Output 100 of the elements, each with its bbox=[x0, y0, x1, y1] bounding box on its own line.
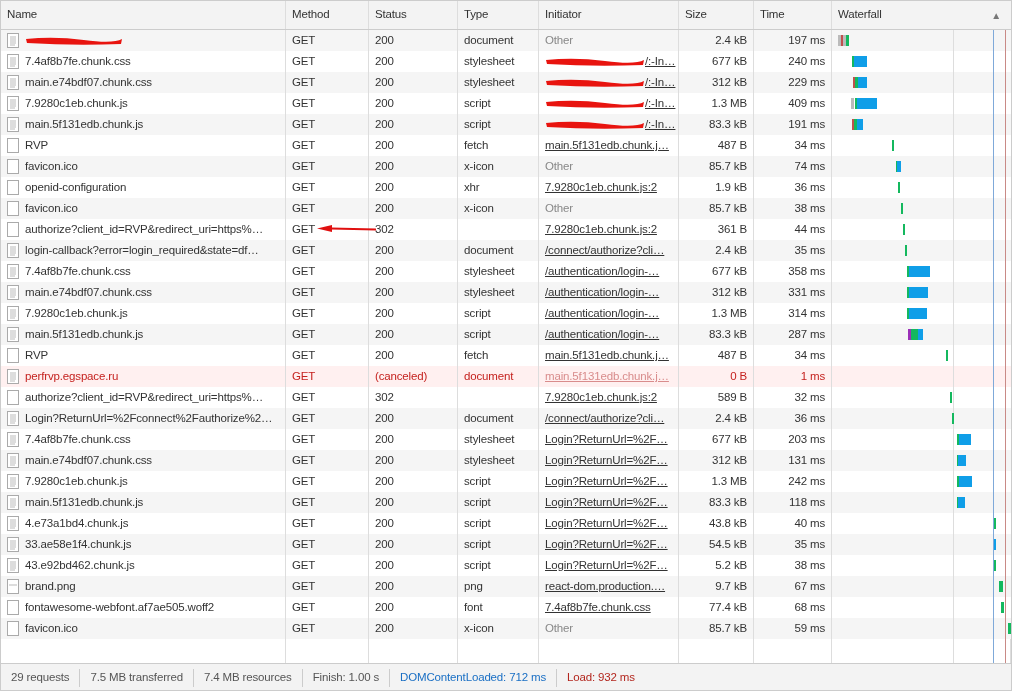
document-icon bbox=[7, 54, 19, 69]
method-cell-text: GET bbox=[292, 200, 316, 216]
status-cell-text: 200 bbox=[375, 557, 394, 573]
time-cell-text: 314 ms bbox=[788, 305, 825, 321]
document-icon bbox=[7, 516, 19, 531]
method-cell-text: GET bbox=[292, 620, 316, 636]
status-cell-text: 200 bbox=[375, 599, 394, 615]
status-cell-text: 200 bbox=[375, 137, 394, 153]
type-cell-text: x-icon bbox=[464, 158, 494, 174]
type-cell-text: script bbox=[464, 536, 491, 552]
status-cell-text: 200 bbox=[375, 74, 394, 90]
request-name: 7.4af8b7fe.chunk.css bbox=[25, 431, 131, 447]
time-cell-text: 74 ms bbox=[794, 158, 825, 174]
size-cell-text: 85.7 kB bbox=[709, 620, 747, 636]
size-cell-text: 9.7 kB bbox=[715, 578, 747, 594]
request-name: main.5f131edb.chunk.js bbox=[25, 326, 144, 342]
initiator-link[interactable]: main.5f131edb.chunk.j… bbox=[545, 136, 669, 155]
status-cell-text: 200 bbox=[375, 326, 394, 342]
request-name: main.e74bdf07.chunk.css bbox=[25, 74, 152, 90]
initiator-link[interactable]: 7.9280c1eb.chunk.js:2 bbox=[545, 178, 657, 197]
method-cell-text: GET bbox=[292, 494, 316, 510]
initiator-link[interactable]: 7.9280c1eb.chunk.js:2 bbox=[545, 220, 657, 239]
initiator-link[interactable]: /:-In… bbox=[645, 52, 676, 71]
type-cell-text: script bbox=[464, 326, 491, 342]
size-cell-text: 1.3 MB bbox=[711, 305, 747, 321]
waterfall-segment bbox=[1001, 602, 1004, 613]
initiator-link[interactable]: Login?ReturnUrl=%2F… bbox=[545, 430, 668, 449]
status-cell-text: 200 bbox=[375, 179, 394, 195]
initiator-link[interactable]: Login?ReturnUrl=%2F… bbox=[545, 472, 668, 491]
status-cell-text: 200 bbox=[375, 473, 394, 489]
method-cell-text: GET bbox=[292, 95, 316, 111]
sort-indicator[interactable]: ▲ bbox=[991, 7, 1001, 23]
status-summary: 7.4 MB resources bbox=[194, 669, 303, 687]
type-cell-text: x-icon bbox=[464, 620, 494, 636]
method-cell-text: GET bbox=[292, 389, 316, 405]
request-name: authorize?client_id=RVP&redirect_uri=https%… bbox=[25, 389, 264, 405]
method-cell-text: GET bbox=[292, 179, 316, 195]
method-cell-text: GET bbox=[292, 53, 316, 69]
initiator-link[interactable]: 7.4af8b7fe.chunk.css bbox=[545, 598, 651, 617]
type-cell-text: script bbox=[464, 95, 491, 111]
column-header[interactable]: Initiator bbox=[545, 6, 582, 24]
size-cell-text: 83.3 kB bbox=[709, 326, 747, 342]
request-name: favicon.ico bbox=[25, 200, 78, 216]
size-cell-text: 677 kB bbox=[712, 263, 747, 279]
initiator-cell-text: Other bbox=[545, 158, 573, 174]
document-icon bbox=[7, 243, 19, 258]
column-header[interactable]: Type bbox=[464, 6, 489, 24]
type-cell-text: script bbox=[464, 494, 491, 510]
status-summary: Load: 932 ms bbox=[566, 670, 636, 686]
request-name: 7.9280c1eb.chunk.js bbox=[25, 95, 128, 111]
size-cell-text: 487 B bbox=[717, 347, 747, 363]
request-name: main.5f131edb.chunk.js bbox=[25, 494, 144, 510]
type-cell-text: script bbox=[464, 515, 491, 531]
file-icon bbox=[7, 390, 19, 405]
method-cell-text: GET bbox=[292, 158, 316, 174]
initiator-link[interactable]: main.5f131edb.chunk.j… bbox=[545, 346, 669, 365]
type-cell-text: x-icon bbox=[464, 200, 494, 216]
column-header[interactable]: Waterfall bbox=[838, 6, 882, 24]
size-cell-text: 85.7 kB bbox=[709, 200, 747, 216]
status-summary: Finish: 1.00 s bbox=[302, 669, 391, 687]
status-cell-text: (canceled) bbox=[375, 368, 428, 384]
file-icon bbox=[7, 621, 19, 636]
request-name: main.5f131edb.chunk.js bbox=[25, 116, 144, 132]
status-cell-text: 302 bbox=[375, 221, 394, 237]
status-cell-text: 200 bbox=[375, 536, 394, 552]
method-cell-text: GET bbox=[292, 473, 316, 489]
initiator-link[interactable]: 7.9280c1eb.chunk.js:2 bbox=[545, 388, 657, 407]
status-cell-text: 200 bbox=[375, 95, 394, 111]
time-cell-text: 32 ms bbox=[794, 389, 825, 405]
initiator-link[interactable]: Login?ReturnUrl=%2F… bbox=[545, 556, 668, 575]
size-cell-text: 589 B bbox=[717, 389, 747, 405]
type-cell-text: script bbox=[464, 557, 491, 573]
type-cell-text: script bbox=[464, 473, 491, 489]
image-file-icon bbox=[7, 579, 19, 594]
request-name: brand.png bbox=[25, 578, 76, 594]
initiator-link[interactable]: Login?ReturnUrl=%2F… bbox=[545, 514, 668, 533]
column-header[interactable]: Time bbox=[760, 6, 785, 24]
type-cell-text: stylesheet bbox=[464, 284, 515, 300]
method-cell-text: GET bbox=[292, 368, 316, 384]
initiator-link[interactable]: /authentication/login-… bbox=[545, 262, 660, 281]
column-header[interactable]: Method bbox=[292, 6, 330, 24]
size-cell-text: 77.4 kB bbox=[709, 599, 747, 615]
status-cell-text: 200 bbox=[375, 284, 394, 300]
document-icon bbox=[7, 411, 19, 426]
column-header[interactable]: Size bbox=[685, 6, 707, 24]
size-cell-text: 54.5 kB bbox=[709, 536, 747, 552]
status-cell-text: 200 bbox=[375, 578, 394, 594]
method-cell-text: GET bbox=[292, 326, 316, 342]
status-summary: 29 requests bbox=[1, 669, 81, 687]
initiator-link[interactable]: /authentication/login-… bbox=[545, 304, 660, 323]
request-name: 33.ae58e1f4.chunk.js bbox=[25, 536, 132, 552]
column-header[interactable]: Name bbox=[7, 6, 38, 24]
time-cell-text: 36 ms bbox=[794, 179, 825, 195]
type-cell-text: stylesheet bbox=[464, 74, 515, 90]
initiator-link[interactable]: /:-In… bbox=[645, 94, 676, 113]
document-icon bbox=[7, 474, 19, 489]
method-cell-text: GET bbox=[292, 578, 316, 594]
column-header[interactable]: Status bbox=[375, 6, 407, 24]
method-cell-text: GET bbox=[292, 116, 316, 132]
type-cell-text: stylesheet bbox=[464, 452, 515, 468]
